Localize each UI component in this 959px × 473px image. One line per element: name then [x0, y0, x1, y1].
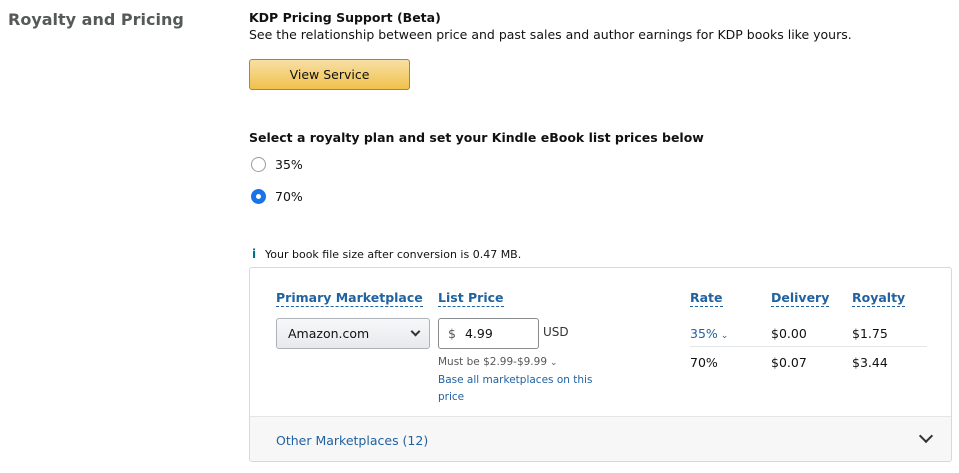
other-marketplaces-bar[interactable]: Other Marketplaces (12) — [250, 416, 951, 461]
chevron-down-icon: ⌄ — [550, 358, 558, 368]
header-list-price[interactable]: List Price — [438, 290, 504, 307]
header-royalty[interactable]: Royalty — [852, 290, 906, 307]
rate-35-dropdown[interactable]: 35% ⌄ — [690, 326, 728, 341]
chevron-down-icon — [410, 326, 421, 337]
price-range-hint[interactable]: Must be $2.99-$9.99 ⌄ — [438, 356, 558, 368]
royalty-option-70[interactable]: 70% — [251, 189, 303, 204]
radio-35-label: 35% — [275, 157, 303, 172]
file-size-info: i Your book file size after conversion i… — [252, 247, 521, 261]
rate-row-1[interactable]: 35% ⌄ — [690, 326, 728, 341]
delivery-row-2: $0.07 — [771, 355, 807, 370]
file-size-info-text: Your book file size after conversion is … — [265, 247, 522, 261]
price-range-text: Must be $2.99-$9.99 — [438, 356, 548, 368]
view-service-button[interactable]: View Service — [249, 59, 410, 90]
base-all-marketplaces-link[interactable]: Base all marketplaces on this price — [438, 372, 598, 406]
marketplace-selected-value: Amazon.com — [288, 326, 370, 341]
delivery-row-1: $0.00 — [771, 326, 807, 341]
section-title: Royalty and Pricing — [8, 10, 184, 29]
royalty-plan-heading: Select a royalty plan and set your Kindl… — [249, 130, 704, 145]
list-price-input[interactable]: $ 4.99 — [438, 318, 539, 349]
chevron-down-icon: ⌄ — [720, 331, 729, 341]
header-primary-marketplace[interactable]: Primary Marketplace — [276, 290, 423, 307]
rate-35-value: 35% — [690, 326, 718, 341]
header-delivery[interactable]: Delivery — [771, 290, 830, 307]
pricing-panel: Primary Marketplace List Price Rate Deli… — [249, 267, 952, 462]
header-rate[interactable]: Rate — [690, 290, 723, 307]
royalty-row-2: $3.44 — [852, 355, 888, 370]
other-marketplaces-link[interactable]: Other Marketplaces (12) — [276, 433, 428, 448]
expand-chevron-icon[interactable] — [918, 428, 934, 444]
list-price-value: 4.99 — [464, 326, 493, 341]
kdp-pricing-support-title: KDP Pricing Support (Beta) — [249, 10, 441, 25]
rate-row-2: 70% — [690, 355, 718, 370]
radio-70-label: 70% — [275, 189, 303, 204]
currency-code: USD — [543, 325, 569, 339]
currency-symbol: $ — [448, 326, 456, 341]
royalty-option-35[interactable]: 35% — [251, 157, 303, 172]
radio-70[interactable] — [251, 189, 266, 204]
royalty-row-1: $1.75 — [852, 326, 888, 341]
primary-marketplace-select[interactable]: Amazon.com — [276, 318, 430, 349]
row-divider — [690, 346, 927, 347]
radio-35[interactable] — [251, 157, 266, 172]
kdp-pricing-support-description: See the relationship between price and p… — [249, 27, 852, 42]
info-icon: i — [252, 247, 257, 261]
